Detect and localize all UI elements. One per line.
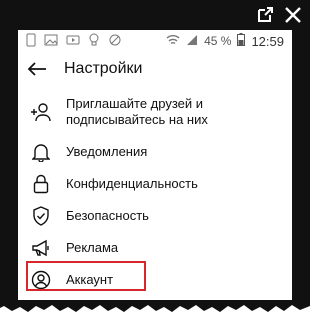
- menu-item-privacy[interactable]: Конфиденциальность: [18, 168, 292, 200]
- menu-item-label: Уведомления: [66, 144, 148, 159]
- menu-item-label: Реклама: [66, 240, 119, 255]
- close-icon[interactable]: [284, 6, 302, 29]
- phone-icon: [26, 33, 36, 50]
- window-controls: [256, 6, 302, 29]
- clock: 12:59: [251, 33, 284, 49]
- wifi-off-icon: [108, 33, 122, 50]
- menu-item-label: Конфиденциальность: [66, 176, 198, 191]
- account-icon: [30, 269, 52, 291]
- wifi-icon: [166, 34, 180, 49]
- settings-screen: Настройки Приглашайте друзей и подписыва…: [18, 52, 292, 300]
- battery-icon: [237, 33, 246, 49]
- external-link-icon[interactable]: [256, 6, 274, 29]
- menu-item-notifications[interactable]: Уведомления: [18, 136, 292, 168]
- arrow-left-icon: [27, 62, 46, 76]
- menu-item-label: Аккаунт: [66, 272, 114, 287]
- shield-check-icon: [30, 205, 52, 227]
- megaphone-icon: [30, 237, 52, 259]
- header: Настройки: [18, 52, 292, 88]
- menu-item-label: Безопасность: [66, 208, 149, 223]
- image-icon: [44, 33, 58, 50]
- device-frame: 45 % 12:59 Настройки Приглашайте друзей …: [0, 0, 310, 300]
- menu-item-security[interactable]: Безопасность: [18, 200, 292, 232]
- page-title: Настройки: [64, 60, 143, 77]
- settings-menu: Приглашайте друзей и подписывайтесь на н…: [18, 88, 292, 296]
- menu-item-label: Приглашайте друзей и подписывайтесь на н…: [66, 96, 208, 127]
- bulb-icon: [88, 33, 100, 50]
- status-bar: 45 % 12:59: [18, 30, 292, 52]
- video-icon: [66, 33, 80, 50]
- torn-edge: [0, 300, 310, 312]
- signal-icon: [186, 34, 198, 49]
- menu-item-invite[interactable]: Приглашайте друзей и подписывайтесь на н…: [18, 88, 292, 136]
- battery-percent: 45 %: [204, 34, 232, 48]
- menu-item-account[interactable]: Аккаунт: [18, 261, 292, 296]
- back-button[interactable]: [26, 58, 48, 80]
- lock-icon: [30, 173, 52, 195]
- menu-item-ads[interactable]: Реклама: [18, 232, 292, 264]
- add-person-icon: [30, 101, 52, 123]
- bell-icon: [30, 141, 52, 163]
